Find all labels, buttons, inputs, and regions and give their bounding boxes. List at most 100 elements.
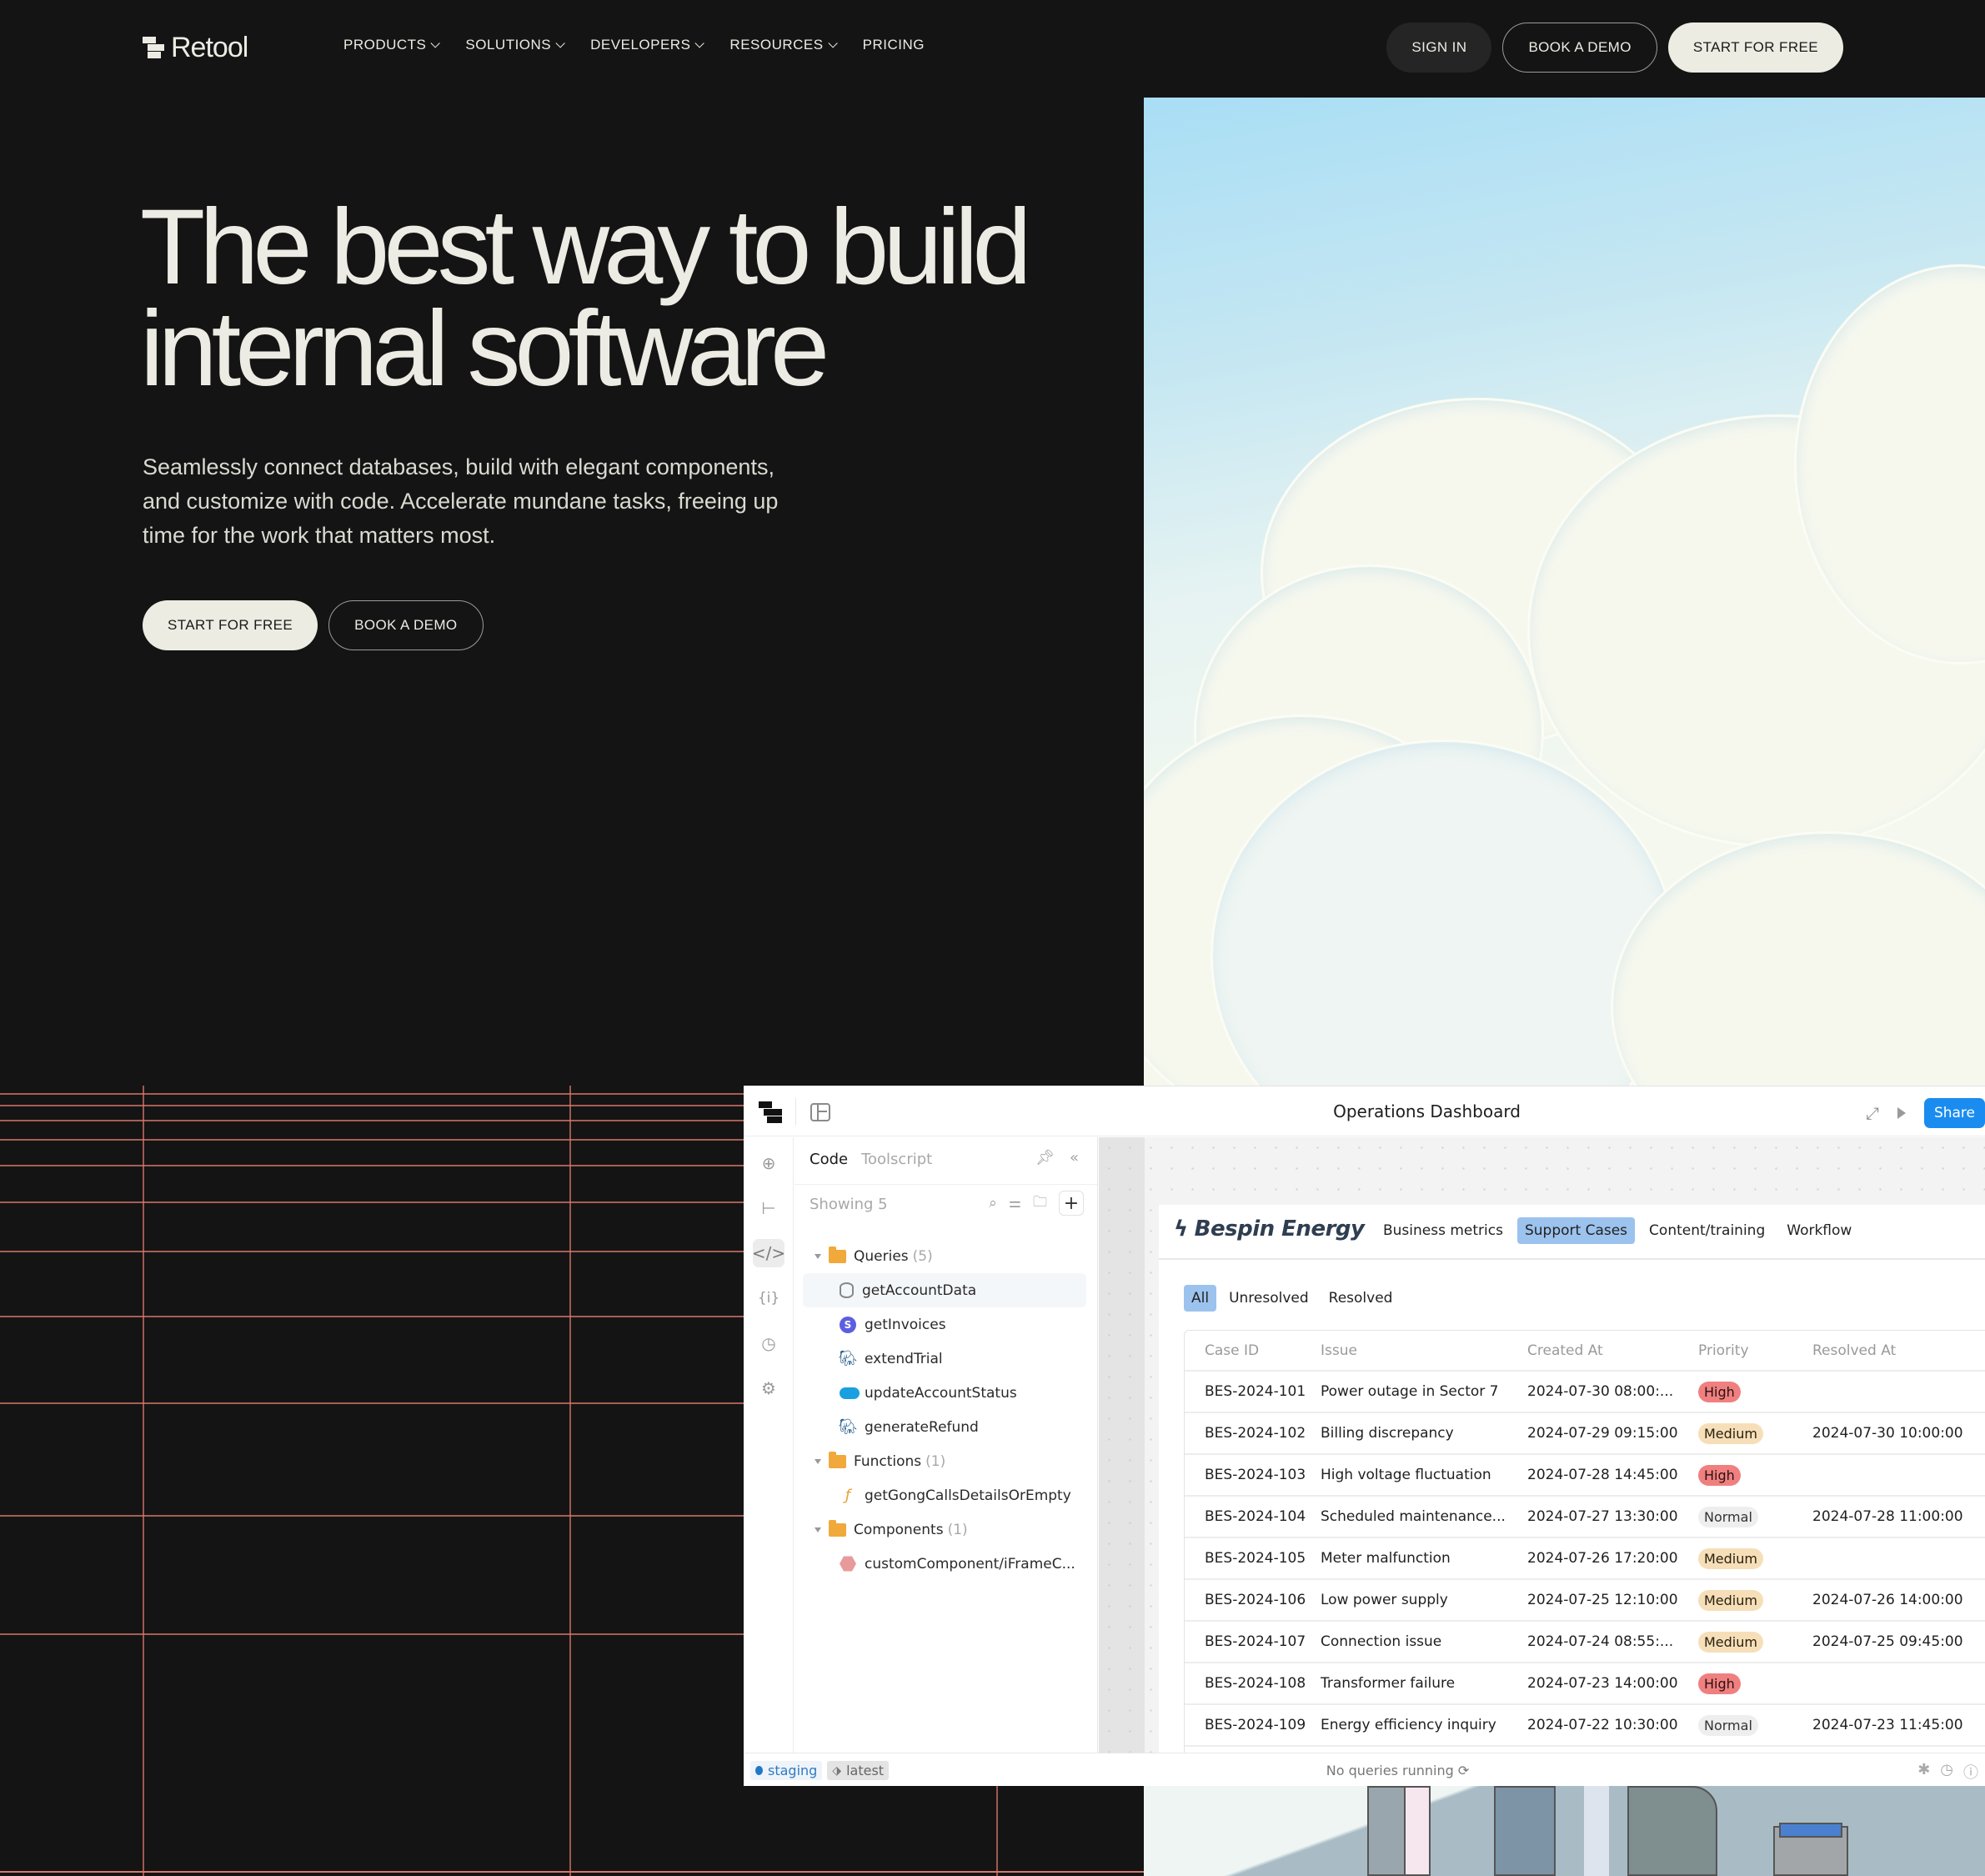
settings-icon[interactable]: ⚙ — [753, 1374, 784, 1402]
branch-icon[interactable]: ⊢ — [753, 1194, 784, 1222]
nav-actions: SIGN IN BOOK A DEMO START FOR FREE — [1386, 23, 1843, 73]
nav-link-label: PRODUCTS — [343, 37, 427, 53]
search-icon[interactable]: ⌕ — [989, 1195, 997, 1211]
table-cell: 2024-07-26 17:20:00 — [1527, 1550, 1678, 1567]
nav-link-solutions[interactable]: SOLUTIONS — [465, 37, 565, 53]
tree-item[interactable]: 🐘︎ generateRefund — [803, 1410, 1086, 1444]
table-cell: BES-2024-102 — [1205, 1425, 1306, 1442]
hero-start-free-button[interactable]: START FOR FREE — [143, 600, 318, 650]
table-row[interactable]: BES-2024-103 High voltage fluctuation 2024… — [1185, 1455, 1985, 1497]
tree-item[interactable]: updateAccountStatus — [803, 1376, 1086, 1410]
dashboard-tab[interactable]: Support Cases — [1516, 1217, 1636, 1244]
table-row[interactable]: BES-2024-101 Power outage in Sector 7 2024… — [1185, 1372, 1985, 1413]
share-button[interactable]: Share — [1923, 1098, 1985, 1128]
nav-link-products[interactable]: PRODUCTS — [343, 37, 441, 53]
hero-subtitle: Seamlessly connect databases, build with… — [143, 454, 779, 548]
filter-all[interactable]: All — [1184, 1285, 1217, 1312]
folder-functions[interactable]: Functions (1) — [803, 1444, 1086, 1478]
code-tree: Queries (5) getAccountData SgetInvoices 🐘︎ ex… — [803, 1239, 1086, 1581]
component-icon — [840, 1556, 856, 1572]
table-cell: BES-2024-105 — [1205, 1550, 1306, 1567]
filter-icon[interactable]: ⚌ — [1009, 1195, 1021, 1211]
nav-link-label: SOLUTIONS — [465, 37, 552, 53]
tree-item[interactable]: customComponent/iFrameC... — [803, 1547, 1086, 1581]
table-cell: Energy efficiency inquiry — [1321, 1717, 1496, 1733]
folder-name: Components — [854, 1521, 944, 1538]
nav-link-developers[interactable]: DEVELOPERS — [590, 37, 705, 53]
column-header[interactable]: Priority — [1698, 1342, 1812, 1359]
column-header[interactable]: Issue — [1321, 1342, 1527, 1359]
retool-logo-icon — [143, 36, 164, 60]
dashboard-tab[interactable]: Content/training — [1642, 1217, 1772, 1244]
table-cell: 2024-07-27 13:30:00 — [1527, 1508, 1678, 1525]
new-folder-icon[interactable]: 🗀︎ — [1033, 1191, 1047, 1216]
top-nav: Retool PRODUCTS SOLUTIONS DEVELOPERS RESOUR… — [0, 0, 1985, 97]
hero-book-demo-button[interactable]: BOOK A DEMO — [328, 600, 484, 650]
tree-item[interactable]: getAccountData — [803, 1273, 1086, 1307]
add-icon[interactable]: ⊕ — [753, 1149, 784, 1177]
table-cell: 2024-07-28 14:45:00 — [1527, 1467, 1678, 1483]
brand: ϟ Bespin Energy — [1174, 1216, 1365, 1241]
table-cell: BES-2024-101 — [1205, 1383, 1306, 1400]
table-row[interactable]: BES-2024-108 Transformer failure 2024-07-2… — [1185, 1663, 1985, 1705]
table-row[interactable]: BES-2024-107 Connection issue 2024-07-24 0… — [1185, 1622, 1985, 1663]
chevron-down-icon — [430, 38, 441, 48]
folder-components[interactable]: Components (1) — [803, 1512, 1086, 1547]
preview-play-icon[interactable] — [1897, 1107, 1906, 1119]
history-icon[interactable]: ◷ — [1940, 1761, 1953, 1783]
dashboard-tabs: Business metrics Support Cases Content/tra… — [1376, 1217, 1859, 1244]
add-query-button[interactable]: + — [1059, 1191, 1084, 1216]
nav-link-resources[interactable]: RESOURCES — [729, 37, 838, 53]
column-header[interactable]: Resolved At — [1812, 1342, 1985, 1359]
table-row[interactable]: BES-2024-102 Billing discrepancy 2024-07-2… — [1185, 1413, 1985, 1455]
table-cell: 2024-07-23 11:45:00 — [1812, 1717, 1963, 1733]
nav-link-pricing[interactable]: PRICING — [863, 37, 925, 53]
tab-toolscript[interactable]: Toolscript — [861, 1151, 932, 1168]
column-header[interactable]: Case ID — [1185, 1342, 1321, 1359]
table-cell: 2024-07-23 14:00:00 — [1527, 1675, 1678, 1692]
table-row[interactable]: BES-2024-106 Low power supply 2024-07-25 1… — [1185, 1580, 1985, 1622]
help-icon[interactable]: ⓘ — [1963, 1761, 1978, 1783]
column-header[interactable]: Created At — [1527, 1342, 1698, 1359]
collapse-icon[interactable]: « — [1070, 1149, 1079, 1166]
code-icon[interactable]: </> — [752, 1239, 785, 1267]
filter-unresolved[interactable]: Unresolved — [1221, 1285, 1316, 1312]
table-cell: Connection issue — [1321, 1633, 1442, 1650]
tree-item[interactable]: 🐘︎ extendTrial — [803, 1342, 1086, 1376]
tree-item[interactable]: SgetInvoices — [803, 1307, 1086, 1342]
tab-code[interactable]: Code — [810, 1151, 848, 1168]
book-demo-button[interactable]: BOOK A DEMO — [1502, 23, 1657, 73]
filter-resolved[interactable]: Resolved — [1321, 1285, 1401, 1312]
table-row[interactable]: BES-2024-104 Scheduled maintenance... 2024… — [1185, 1497, 1985, 1538]
start-free-button[interactable]: START FOR FREE — [1667, 23, 1843, 73]
debug-bug-icon[interactable]: ✱ — [1917, 1761, 1930, 1783]
tree-item-name: updateAccountStatus — [865, 1384, 1017, 1402]
table-cell: Medium — [1698, 1589, 1812, 1611]
tree-item[interactable]: ƒ getGongCallsDetailsOrEmpty — [803, 1478, 1086, 1512]
table-cell: 2024-07-29 09:15:00 — [1527, 1425, 1678, 1442]
folder-queries[interactable]: Queries (5) — [803, 1239, 1086, 1273]
table-cell: 2024-07-25 09:45:00 — [1812, 1633, 1963, 1650]
tree-item-name: generateRefund — [865, 1418, 979, 1436]
refresh-icon[interactable]: ⟳ — [1458, 1763, 1469, 1778]
caret-down-icon — [815, 1527, 821, 1532]
table-row[interactable]: BES-2024-105 Meter malfunction 2024-07-26 … — [1185, 1538, 1985, 1580]
sign-in-button[interactable]: SIGN IN — [1386, 23, 1492, 73]
history-icon[interactable]: ◷ — [753, 1329, 784, 1357]
state-icon[interactable]: {i} — [753, 1284, 784, 1312]
expand-icon[interactable]: ⤢ — [1866, 1103, 1879, 1123]
table-cell: 2024-07-28 11:00:00 — [1812, 1508, 1963, 1525]
tree-item-name: customComponent/iFrameC... — [865, 1555, 1075, 1573]
postgres-icon: 🐘︎ — [838, 1350, 858, 1367]
dashboard-tab[interactable]: Business metrics — [1376, 1217, 1511, 1244]
nav-links: PRODUCTS SOLUTIONS DEVELOPERS RESOURCES PRIC… — [343, 37, 925, 53]
queries-status: No queries running ⟳ — [744, 1763, 1985, 1778]
divider — [795, 1184, 1097, 1185]
table-cell: BES-2024-104 — [1205, 1508, 1306, 1525]
table-row[interactable]: BES-2024-109 Energy efficiency inquiry 202… — [1185, 1705, 1985, 1747]
dashboard-tab[interactable]: Workflow — [1779, 1217, 1859, 1244]
table-cell: BES-2024-109 — [1205, 1717, 1306, 1733]
pin-icon[interactable]: 📌︎ — [1035, 1149, 1055, 1166]
retool-logo[interactable]: Retool — [143, 32, 248, 64]
folder-count: (5) — [912, 1247, 933, 1265]
